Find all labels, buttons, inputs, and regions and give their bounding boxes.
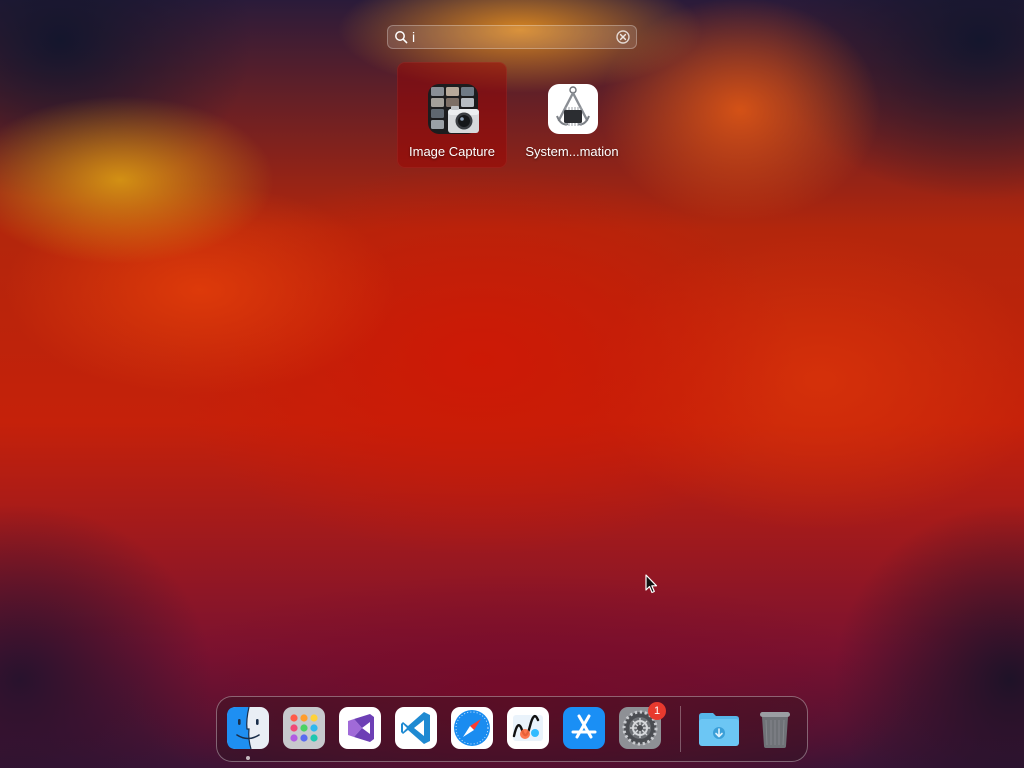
dock-item-downloads[interactable]	[697, 706, 741, 750]
launchpad-search-field[interactable]	[387, 25, 637, 49]
dock-item-app-store[interactable]	[562, 706, 606, 750]
dock-item-vscode[interactable]	[394, 706, 438, 750]
trash-icon	[760, 712, 790, 748]
clear-search-icon[interactable]	[616, 30, 630, 44]
downloads-folder-icon	[699, 713, 739, 746]
finder-running-indicator	[246, 756, 250, 760]
app-store-icon	[563, 707, 605, 749]
dock-item-finder[interactable]	[226, 706, 270, 750]
search-input[interactable]	[408, 27, 616, 47]
dock-item-visual-studio[interactable]	[338, 706, 382, 750]
visual-studio-icon	[339, 707, 381, 749]
dock-separator	[680, 706, 681, 752]
vscode-icon	[395, 707, 437, 749]
finder-icon	[227, 706, 269, 750]
dock-item-freeform[interactable]	[506, 706, 550, 750]
image-capture-icon	[428, 84, 479, 134]
dock-item-safari[interactable]	[450, 706, 494, 750]
freeform-icon	[507, 707, 549, 749]
search-icon	[395, 31, 408, 44]
launchpad-icon	[283, 707, 325, 749]
app-result-system-information[interactable]: System...mation	[517, 62, 627, 168]
dock-item-launchpad[interactable]	[282, 706, 326, 750]
system-information-icon	[548, 84, 598, 134]
notification-badge: 1	[648, 702, 666, 720]
dock-item-trash[interactable]	[753, 706, 797, 750]
app-result-label: Image Capture	[409, 144, 495, 159]
dock: 1	[216, 696, 808, 762]
safari-icon	[451, 707, 493, 749]
mouse-cursor-icon	[645, 574, 658, 594]
app-result-label: System...mation	[525, 144, 619, 159]
app-result-image-capture[interactable]: Image Capture	[397, 62, 507, 168]
